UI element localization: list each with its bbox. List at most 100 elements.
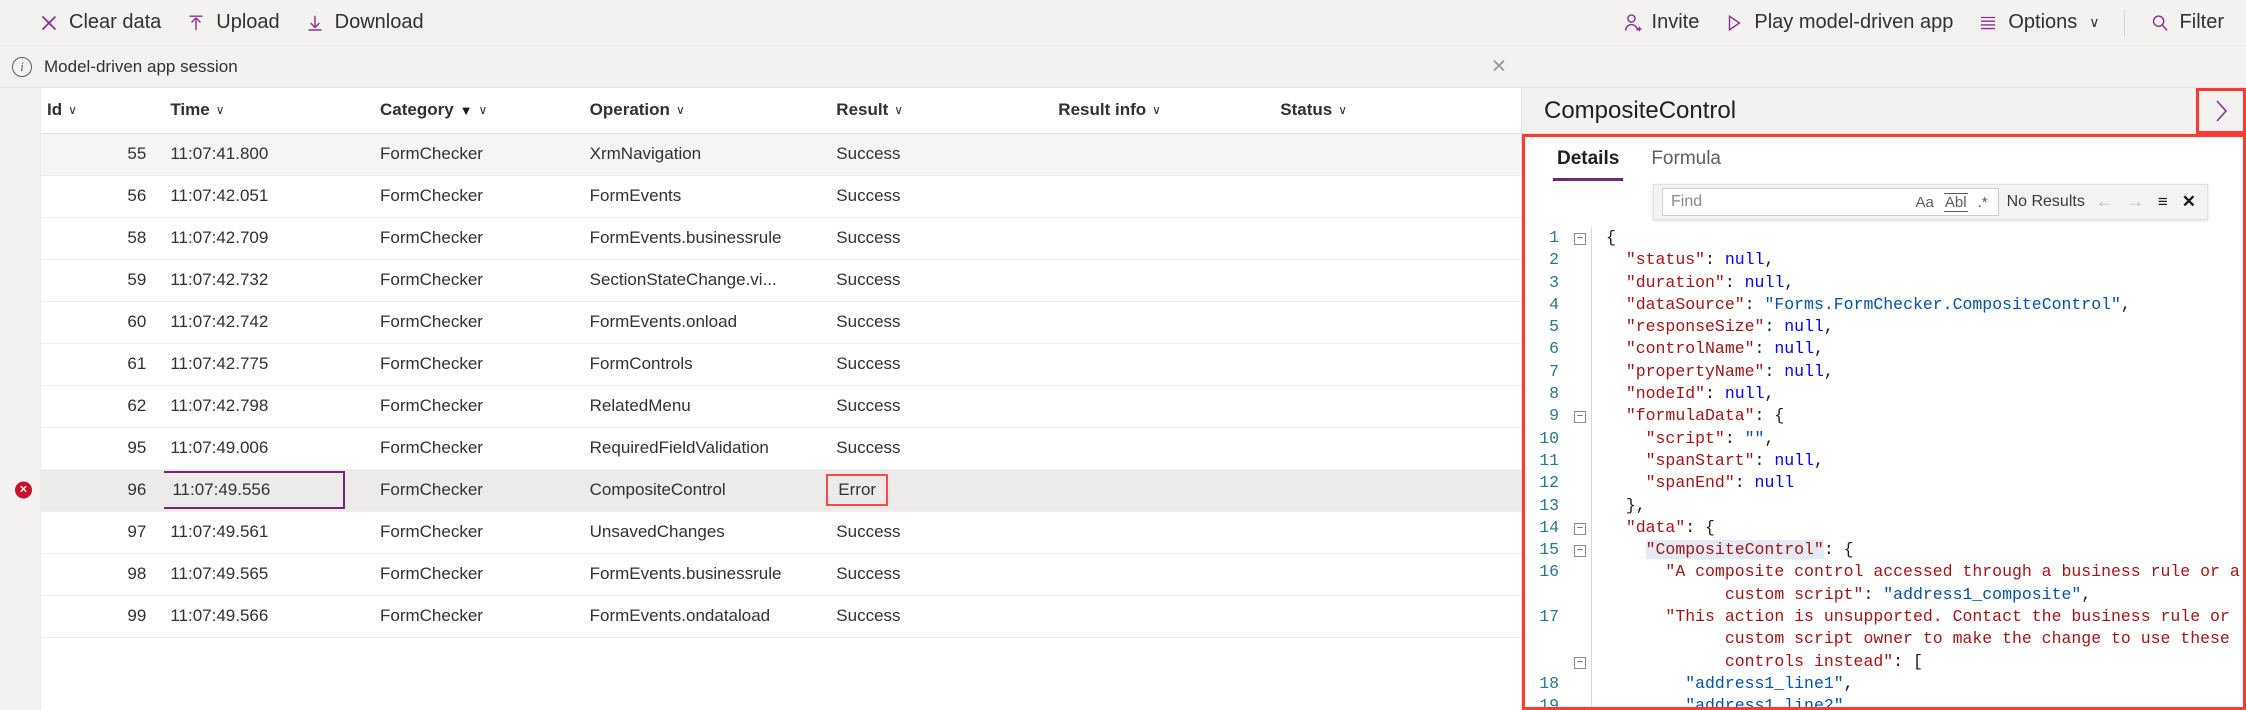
code-line: 6 "controlName": null,	[1525, 338, 2243, 361]
cell-result-info	[1052, 427, 1275, 470]
column-header-operation[interactable]: Operation ∨	[583, 88, 831, 134]
filter-funnel-icon[interactable]: ▼	[460, 103, 473, 118]
code-line-text: "nodeId": null,	[1625, 384, 1775, 404]
tab-formula[interactable]: Formula	[1635, 137, 1737, 181]
column-header-category[interactable]: Category ▼ ∨	[373, 88, 584, 134]
cell-id: 60	[41, 301, 165, 344]
invite-button[interactable]: Invite	[1609, 6, 1712, 40]
session-close-button[interactable]: ✕	[1491, 57, 1507, 76]
table-row[interactable]: 55 11:07:41.800 FormChecker XrmNavigation Su…	[41, 133, 1521, 176]
cell-id: 96 ✕	[15, 469, 165, 512]
cell-status	[1274, 385, 1521, 428]
tab-details[interactable]: Details	[1541, 137, 1635, 181]
find-input-wrap[interactable]: Aa Abl .*	[1662, 188, 1999, 216]
table-row[interactable]: 59 11:07:42.732 FormChecker SectionStateCha…	[41, 259, 1521, 302]
play-model-driven-app-button[interactable]: Play model-driven app	[1711, 6, 1965, 40]
cell-id: 62	[41, 385, 165, 428]
cell-result: Success	[830, 259, 1053, 302]
code-line-text: "duration": null,	[1625, 272, 1795, 292]
code-line-text: "This action is unsupported. Contact the…	[1665, 607, 2230, 627]
cell-operation: FormControls	[583, 343, 831, 386]
cell-category: FormChecker	[373, 385, 584, 428]
code-line-text: controls instead": [	[1724, 651, 1923, 671]
options-lines-icon	[1977, 12, 1999, 34]
cell-status	[1274, 343, 1521, 386]
expand-panel-button[interactable]	[2196, 87, 2246, 134]
arrow-left-icon[interactable]: ←	[2093, 192, 2116, 212]
column-header-result[interactable]: Result ∨	[830, 88, 1053, 134]
table-row[interactable]: 95 11:07:49.006 FormChecker RequiredFieldVa…	[41, 427, 1521, 470]
code-line-text: "spanStart": null,	[1645, 450, 1824, 470]
clear-data-button[interactable]: Clear data	[26, 6, 173, 40]
filter-button[interactable]: Filter	[2137, 6, 2236, 40]
indent-guide	[1591, 249, 1592, 272]
cell-time: 11:07:49.565	[164, 553, 374, 596]
indent-guide	[1591, 271, 1592, 294]
fold-toggle-icon[interactable]: −	[1569, 517, 1591, 539]
find-input[interactable]	[1671, 193, 1906, 211]
cell-category: FormChecker	[373, 511, 584, 554]
code-line-number: 2	[1549, 250, 1559, 270]
table-row[interactable]: 98 11:07:49.565 FormChecker FormEvents.busi…	[41, 553, 1521, 596]
cell-result: Success	[830, 427, 1053, 470]
cell-id: 58	[41, 217, 165, 260]
table-row[interactable]: 58 11:07:42.709 FormChecker FormEvents.busi…	[41, 217, 1521, 260]
column-header-id[interactable]: Id ∨	[41, 88, 165, 134]
details-tabs: Details Formula	[1525, 137, 2243, 181]
code-line: 1−{	[1525, 227, 2243, 250]
code-line-number: 15	[1539, 540, 1559, 560]
match-case-icon[interactable]: Aa	[1914, 194, 1936, 211]
options-button[interactable]: Options ∨	[1965, 6, 2111, 40]
column-header-time[interactable]: Time ∨	[164, 88, 374, 134]
main-body: Id ∨ Time ∨ Category ▼ ∨ Operation ∨ Res…	[0, 87, 2246, 710]
fold-toggle-icon[interactable]: −	[1569, 405, 1591, 427]
upload-arrow-icon	[185, 12, 207, 34]
download-label: Download	[334, 11, 424, 33]
upload-button[interactable]: Upload	[173, 6, 291, 40]
table-row[interactable]: 96 ✕ 11:07:49.556 FormChecker CompositeContr…	[15, 469, 1521, 512]
code-line-text: "CompositeControl": {	[1645, 540, 1854, 560]
use-regex-icon[interactable]: .*	[1976, 194, 1990, 211]
fold-toggle-icon[interactable]: −	[1569, 539, 1591, 561]
code-line-number: 6	[1549, 339, 1559, 359]
cell-result: Success	[830, 595, 1053, 638]
column-header-result-label: Result	[836, 100, 889, 120]
filter-label: Filter	[2179, 11, 2224, 33]
table-row[interactable]: 60 11:07:42.742 FormChecker FormEvents.onlo…	[41, 301, 1521, 344]
cell-status	[1274, 175, 1521, 218]
chevron-down-icon: ∨	[675, 103, 685, 118]
download-button[interactable]: Download	[292, 6, 436, 40]
table-row[interactable]: 97 11:07:49.561 FormChecker UnsavedChanges S…	[41, 511, 1521, 554]
table-row[interactable]: 56 11:07:42.051 FormChecker FormEvents Succe…	[41, 175, 1521, 218]
code-line-number: 10	[1539, 428, 1559, 448]
details-panel-content: Details Formula Aa Abl .* No Results ← →	[1522, 134, 2246, 710]
find-bar-row: Aa Abl .* No Results ← → ≡ ✕	[1525, 181, 2243, 223]
cell-time: 11:07:42.742	[164, 301, 374, 344]
table-row[interactable]: 99 11:07:49.566 FormChecker FormEvents.onda…	[41, 595, 1521, 638]
find-in-selection-icon[interactable]: ≡	[2155, 192, 2171, 212]
json-code-viewer[interactable]: 1−{2 "status": null, 3 "duration": null, 4…	[1525, 223, 2243, 707]
cell-result-info	[1052, 595, 1275, 638]
code-line-text: custom script": "address1_composite",	[1724, 584, 2092, 604]
cell-id: 61	[41, 343, 165, 386]
close-x-icon[interactable]: ✕	[2179, 192, 2199, 212]
code-line-number: 7	[1549, 361, 1559, 381]
download-arrow-icon	[304, 12, 326, 34]
focused-cell-time[interactable]: 11:07:49.556	[160, 471, 346, 509]
column-header-status[interactable]: Status ∨	[1274, 88, 1521, 134]
indent-guide	[1591, 606, 1592, 629]
column-header-id-label: Id	[47, 100, 63, 120]
arrow-right-icon[interactable]: →	[2124, 192, 2147, 212]
cell-result: Success	[830, 343, 1053, 386]
cell-operation: CompositeControl	[583, 469, 831, 512]
code-line: 7 "propertyName": null,	[1525, 360, 2243, 384]
code-line-number: 5	[1549, 317, 1559, 337]
match-whole-word-icon[interactable]: Abl	[1943, 192, 1968, 212]
table-row[interactable]: 62 11:07:42.798 FormChecker RelatedMenu Succ…	[41, 385, 1521, 428]
cell-operation: FormEvents	[583, 175, 831, 218]
fold-toggle-icon[interactable]: −	[1569, 227, 1591, 249]
fold-toggle-icon[interactable]: −	[1569, 651, 1591, 673]
code-line-text: "data": {	[1625, 517, 1715, 537]
column-header-result-info[interactable]: Result info ∨	[1052, 88, 1275, 134]
table-row[interactable]: 61 11:07:42.775 FormChecker FormControls Suc…	[41, 343, 1521, 386]
